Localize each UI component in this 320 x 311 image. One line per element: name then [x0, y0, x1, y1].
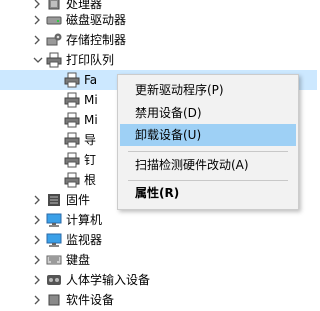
tree-item-disk-drives[interactable]: 磁盘驱动器	[0, 10, 317, 30]
monitor-icon	[46, 232, 62, 248]
printer-icon	[64, 172, 80, 188]
menu-item-scan-hardware[interactable]: 扫描检测硬件改动(A)	[120, 154, 296, 176]
menu-item-label: 扫描检测硬件改动(A)	[135, 158, 249, 172]
tree-item-storage-controllers[interactable]: 存储控制器	[0, 30, 317, 50]
printer-icon	[64, 152, 80, 168]
tree-item-software-devices[interactable]: 软件设备	[0, 290, 317, 310]
tree-item-label: 计算机	[66, 213, 103, 227]
tree-item-label: 键盘	[66, 253, 91, 267]
tree-item-label: 人体学输入设备	[66, 273, 151, 287]
chevron-down-icon[interactable]	[33, 50, 43, 70]
menu-item-label: 禁用设备(D)	[135, 106, 202, 120]
storage-controller-icon	[46, 32, 62, 48]
menu-item-label: 卸载设备(U)	[135, 128, 202, 142]
tree-item-print-queues[interactable]: 打印队列	[0, 50, 317, 70]
menu-separator	[128, 180, 288, 181]
chevron-right-icon[interactable]	[33, 270, 43, 290]
menu-item-label: 属性(R)	[135, 186, 180, 200]
printer-icon	[64, 112, 80, 128]
tree-item-keyboards[interactable]: 键盘	[0, 250, 317, 270]
tree-item-label: Mi	[84, 93, 98, 107]
tree-item-label: 打印队列	[66, 53, 115, 67]
tree-item-label: 监视器	[66, 233, 103, 247]
tree-item-label: 存储控制器	[66, 33, 127, 47]
tree-item-label: 导	[84, 133, 97, 147]
chevron-right-icon[interactable]	[33, 290, 43, 310]
chevron-right-icon[interactable]	[33, 250, 43, 270]
chevron-right-icon[interactable]	[33, 210, 43, 230]
tree-item-label: Mi	[84, 113, 98, 127]
menu-item-label: 更新驱动程序(P)	[135, 83, 224, 97]
keyboard-icon	[46, 252, 62, 268]
chevron-right-icon[interactable]	[33, 230, 43, 250]
tree-item-label: Fa	[84, 73, 98, 87]
menu-item-uninstall-device[interactable]: 卸载设备(U)	[120, 124, 296, 146]
printer-icon	[64, 132, 80, 148]
menu-item-disable-device[interactable]: 禁用设备(D)	[120, 102, 296, 124]
context-menu: 更新驱动程序(P) 禁用设备(D) 卸载设备(U) 扫描检测硬件改动(A) 属性…	[117, 74, 299, 210]
tree-item-computer[interactable]: 计算机	[0, 210, 317, 230]
chevron-right-icon[interactable]	[33, 30, 43, 50]
tree-item-label: 根	[84, 173, 97, 187]
chevron-right-icon[interactable]	[33, 190, 43, 210]
computer-icon	[46, 212, 62, 228]
tree-item-label: 软件设备	[66, 293, 115, 307]
menu-item-properties[interactable]: 属性(R)	[120, 182, 296, 204]
printer-icon	[46, 52, 62, 68]
printer-icon	[64, 92, 80, 108]
tree-item-hid[interactable]: 人体学输入设备	[0, 270, 317, 290]
printer-icon	[64, 72, 80, 88]
software-device-icon	[46, 292, 62, 308]
tree-item-label: 钉	[84, 153, 97, 167]
tree-item-label: 磁盘驱动器	[66, 13, 127, 27]
disk-drive-icon	[46, 12, 62, 28]
menu-separator	[128, 151, 288, 152]
hid-icon	[46, 272, 62, 288]
tree-item-label: 固件	[66, 193, 91, 207]
chevron-right-icon[interactable]	[33, 10, 43, 30]
tree-item-monitors[interactable]: 监视器	[0, 230, 317, 250]
menu-item-update-driver[interactable]: 更新驱动程序(P)	[120, 79, 296, 101]
firmware-icon	[46, 192, 62, 208]
